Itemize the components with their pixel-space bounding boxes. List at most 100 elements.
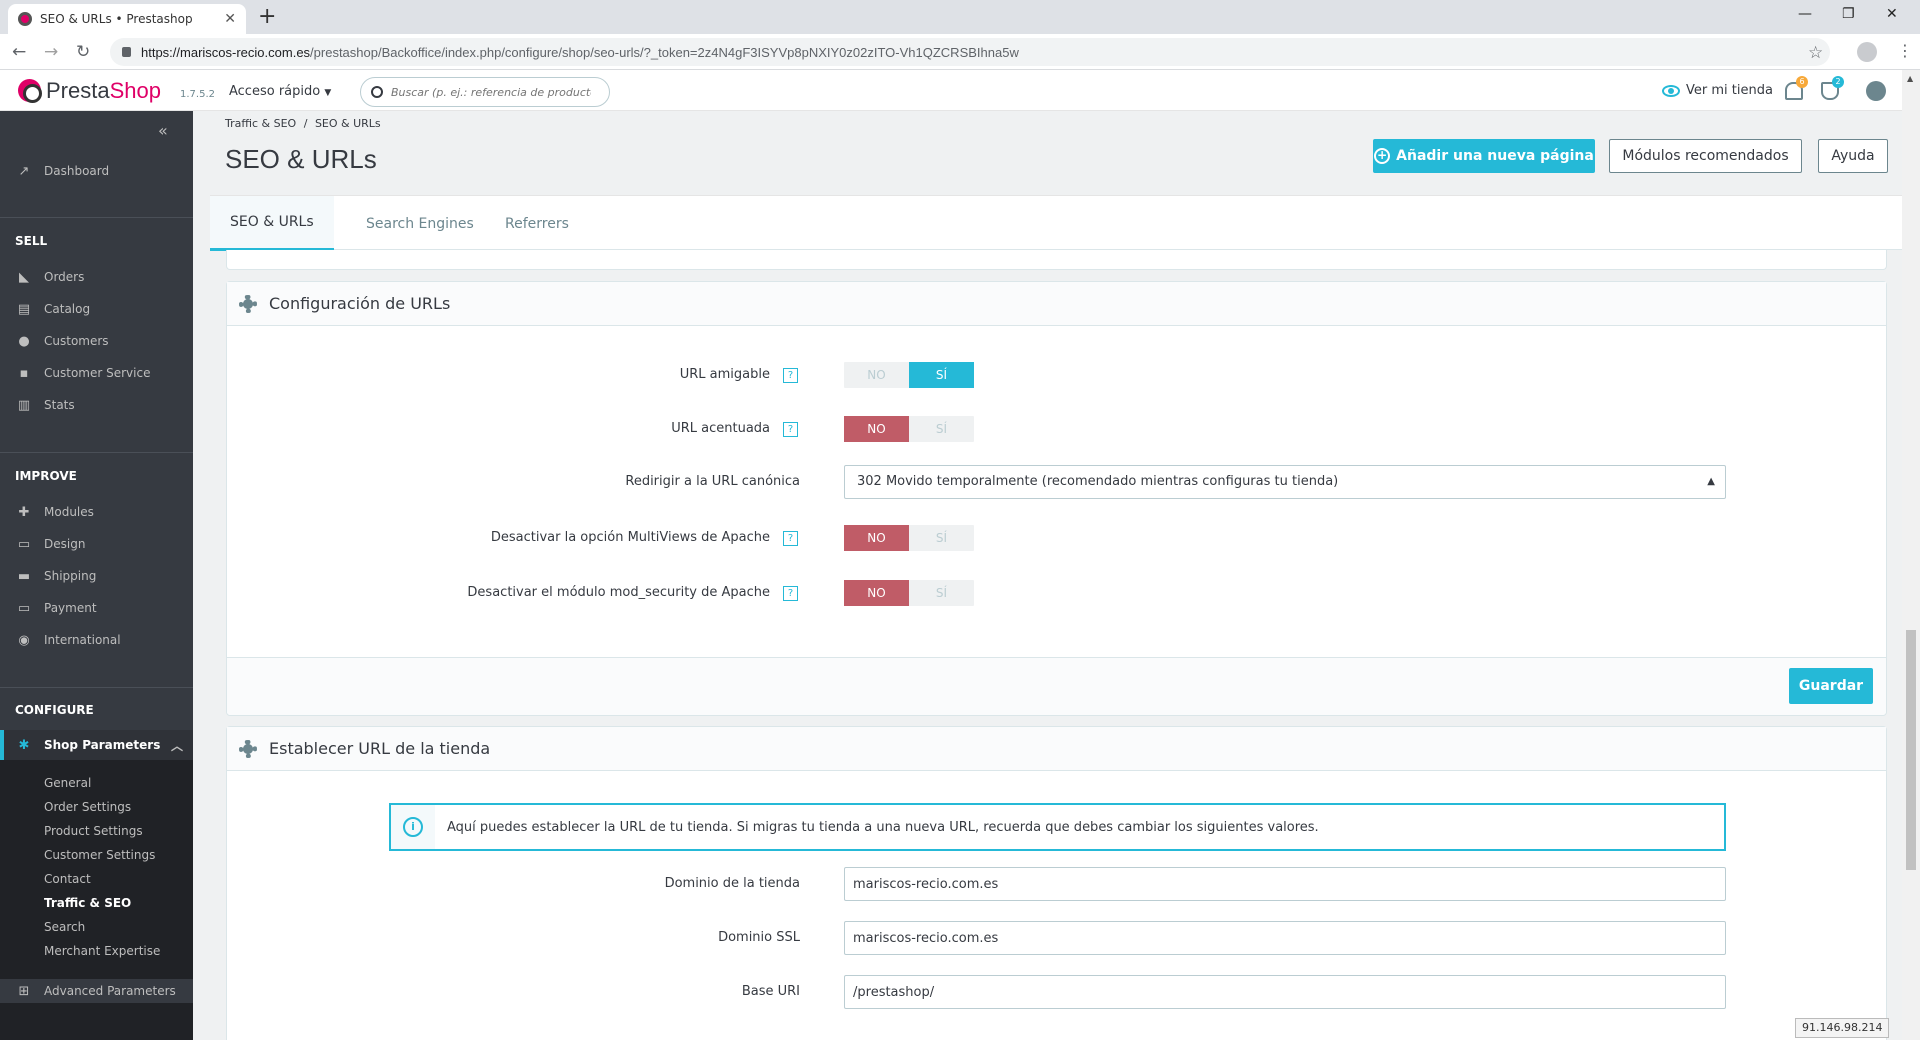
submenu-merchant-expertise[interactable]: Merchant Expertise: [44, 944, 160, 958]
submenu-search[interactable]: Search: [44, 920, 85, 934]
employee-avatar-icon[interactable]: [1866, 81, 1886, 101]
profile-avatar[interactable]: [1857, 42, 1877, 62]
close-tab-icon[interactable]: ✕: [224, 11, 236, 27]
submenu-order-settings[interactable]: Order Settings: [44, 800, 131, 814]
sidebar-item-design[interactable]: ▭ Design: [0, 532, 193, 556]
info-alert: i Aquí puedes establecer la URL de tu ti…: [389, 803, 1726, 851]
mod-security-label: Desactivar el módulo mod_security de Apa…: [467, 585, 770, 600]
submenu-product-settings[interactable]: Product Settings: [44, 824, 143, 838]
forward-arrow-icon[interactable]: →: [44, 42, 58, 62]
switch-no-option[interactable]: NO: [844, 362, 909, 388]
sidebar-item-shipping[interactable]: ▬ Shipping: [0, 564, 193, 588]
tab-seo-urls[interactable]: SEO & URLs: [210, 196, 334, 251]
puzzle-icon: ✚: [18, 504, 30, 520]
save-button[interactable]: Guardar: [1789, 668, 1873, 704]
canonical-row: Redirigir a la URL canónica 302 Movido t…: [227, 465, 1886, 499]
submenu-contact[interactable]: Contact: [44, 872, 91, 886]
restore-icon[interactable]: ❐: [1842, 6, 1855, 22]
sidebar-item-payment[interactable]: ▭ Payment: [0, 596, 193, 620]
ssl-domain-input[interactable]: [844, 921, 1726, 955]
browser-tab[interactable]: SEO & URLs • Prestashop ✕: [8, 4, 246, 34]
breadcrumb-traffic-seo[interactable]: Traffic & SEO: [225, 117, 296, 130]
ssl-domain-row: Dominio SSL: [227, 921, 1886, 955]
new-tab-button[interactable]: +: [258, 5, 276, 29]
sidebar-item-customers[interactable]: ● Customers: [0, 329, 193, 353]
switch-yes-option[interactable]: SÍ: [909, 362, 974, 388]
orders-badge: 2: [1832, 76, 1844, 88]
shop-domain-input[interactable]: [844, 867, 1726, 901]
multiviews-switch[interactable]: NO SÍ: [844, 525, 974, 551]
scroll-up-icon[interactable]: ▲: [1907, 74, 1913, 83]
switch-yes-option[interactable]: SÍ: [909, 416, 974, 442]
sidebar-item-advanced-parameters[interactable]: ⊞ Advanced Parameters: [0, 979, 193, 1003]
section-improve: IMPROVE: [15, 469, 77, 483]
base-uri-label: Base URI: [741, 984, 800, 999]
back-arrow-icon[interactable]: ←: [12, 42, 26, 62]
multiviews-label: Desactivar la opción MultiViews de Apach…: [490, 530, 770, 545]
recommended-modules-button[interactable]: Módulos recomendados: [1609, 139, 1802, 173]
browser-tab-title: SEO & URLs • Prestashop: [40, 12, 193, 26]
page-scrollbar[interactable]: ▲: [1902, 70, 1920, 1040]
view-store-link[interactable]: Ver mi tienda: [1662, 83, 1773, 98]
sidebar-item-modules[interactable]: ✚ Modules: [0, 500, 193, 524]
section-configure: CONFIGURE: [15, 703, 94, 717]
quick-access-dropdown[interactable]: Acceso rápido ▼: [229, 84, 331, 99]
scrollbar-thumb[interactable]: [1906, 630, 1916, 870]
submenu-customer-settings[interactable]: Customer Settings: [44, 848, 155, 862]
collapse-sidebar-icon[interactable]: «: [158, 121, 168, 140]
admin-sidebar: « ↗ Dashboard SELL ◣ Orders ▤ Catalog ● Cust…: [0, 111, 193, 1040]
switch-no-option[interactable]: NO: [844, 416, 909, 442]
ssl-domain-label: Dominio SSL: [718, 930, 800, 945]
section-sell: SELL: [15, 234, 48, 248]
window-close-icon[interactable]: ✕: [1886, 6, 1898, 22]
sidebar-item-customer-service[interactable]: ▪ Customer Service: [0, 361, 193, 385]
base-uri-input[interactable]: [844, 975, 1726, 1009]
mod-security-switch[interactable]: NO SÍ: [844, 580, 974, 606]
help-button[interactable]: Ayuda: [1818, 139, 1888, 173]
basket-icon: ◣: [19, 269, 29, 285]
canonical-select[interactable]: 302 Movido temporalmente (recomendado mi…: [844, 465, 1726, 499]
bookmark-star-icon[interactable]: ☆: [1808, 43, 1823, 63]
search-icon: [371, 86, 383, 98]
sidebar-item-orders[interactable]: ◣ Orders: [0, 265, 193, 289]
page-title: SEO & URLs: [225, 144, 377, 174]
friendly-url-switch[interactable]: NO SÍ: [844, 362, 974, 388]
browser-toolbar: ← → ↻ https://mariscos-recio.com.es/pres…: [0, 34, 1920, 70]
trending-up-icon: ↗: [18, 163, 30, 179]
help-icon[interactable]: ?: [783, 586, 798, 601]
tab-referrers[interactable]: Referrers: [485, 196, 589, 251]
sidebar-item-dashboard[interactable]: ↗ Dashboard: [0, 159, 193, 183]
reload-icon[interactable]: ↻: [76, 42, 90, 62]
tab-search-engines[interactable]: Search Engines: [346, 196, 494, 251]
address-bar[interactable]: https://mariscos-recio.com.es/prestashop…: [110, 38, 1830, 66]
help-icon[interactable]: ?: [783, 368, 798, 383]
canonical-label: Redirigir a la URL canónica: [625, 474, 800, 489]
breadcrumb-seo-urls: SEO & URLs: [314, 117, 381, 130]
sidebar-item-international[interactable]: ◉ International: [0, 628, 193, 652]
sidebar-item-stats[interactable]: ▥ Stats: [0, 393, 193, 417]
submenu-traffic-seo[interactable]: Traffic & SEO: [44, 896, 131, 910]
sidebar-item-shop-parameters[interactable]: ✱ Shop Parameters ︿: [0, 730, 193, 760]
switch-no-option[interactable]: NO: [844, 580, 909, 606]
shop-url-header: Establecer URL de la tienda: [227, 727, 1886, 771]
eye-icon: [1662, 84, 1680, 97]
breadcrumb-separator: /: [303, 117, 308, 130]
search-input[interactable]: [391, 85, 591, 99]
mod-security-row: Desactivar el módulo mod_security de Apa…: [227, 578, 1886, 608]
admin-search[interactable]: [360, 77, 610, 107]
switch-no-option[interactable]: NO: [844, 525, 909, 551]
help-icon[interactable]: ?: [783, 531, 798, 546]
help-icon[interactable]: ?: [783, 422, 798, 437]
switch-yes-option[interactable]: SÍ: [909, 580, 974, 606]
minimize-icon[interactable]: —: [1798, 6, 1812, 22]
switch-yes-option[interactable]: SÍ: [909, 525, 974, 551]
submenu-general[interactable]: General: [44, 776, 91, 790]
browser-menu-icon[interactable]: ⋮: [1897, 41, 1913, 60]
settings-icon: ✱: [18, 737, 30, 753]
prestashop-logo[interactable]: PrestaShop: [46, 78, 161, 104]
multiviews-row: Desactivar la opción MultiViews de Apach…: [227, 523, 1886, 553]
accented-url-switch[interactable]: NO SÍ: [844, 416, 974, 442]
prestashop-logo-icon[interactable]: [18, 79, 42, 103]
add-page-button[interactable]: + Añadir una nueva página: [1373, 139, 1595, 173]
sidebar-item-catalog[interactable]: ▤ Catalog: [0, 297, 193, 321]
